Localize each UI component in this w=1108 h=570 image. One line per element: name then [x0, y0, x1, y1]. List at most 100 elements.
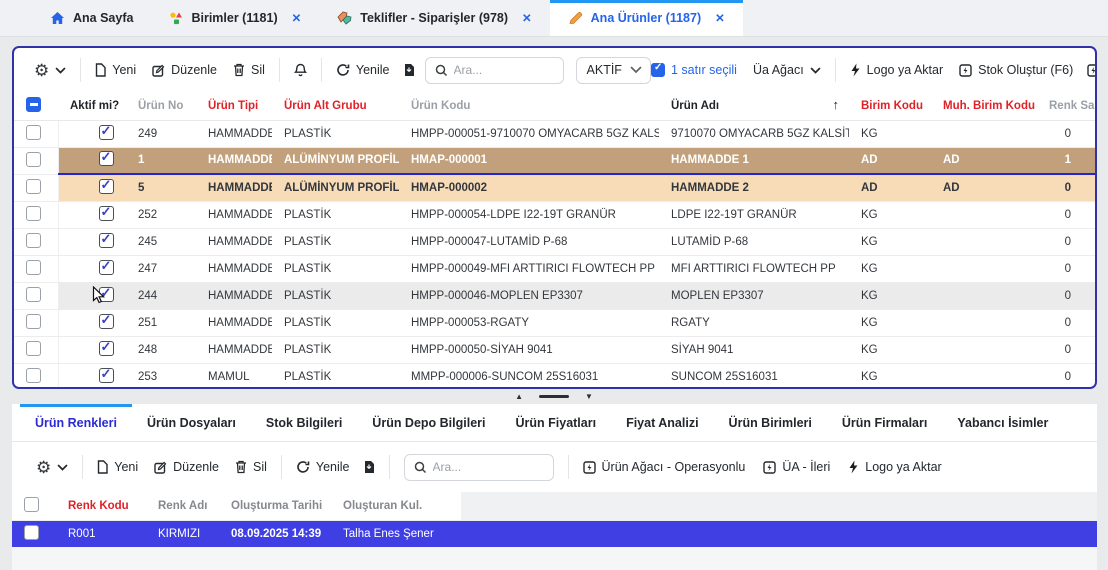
table-row[interactable]: 248HAMMADDEPLASTİKHMPP-000050-SİYAH 9041… — [14, 336, 1095, 363]
row-select-checkbox[interactable] — [26, 125, 41, 140]
table-row[interactable]: 251HAMMADDEPLASTİKHMPP-000053-RGATYRGATY… — [14, 309, 1095, 336]
new-button[interactable]: Yeni — [97, 460, 138, 474]
aktif-checkbox[interactable] — [99, 260, 114, 275]
grid-settings-button[interactable]: ⚙ — [34, 62, 66, 79]
aktif-checkbox[interactable] — [99, 314, 114, 329]
refresh-button[interactable]: Yenile — [296, 460, 350, 474]
row-select-checkbox[interactable] — [26, 152, 41, 167]
new-button[interactable]: Yeni — [95, 63, 136, 77]
delete-label: Sil — [251, 63, 265, 77]
tab-urun-dosyalari[interactable]: Ürün Dosyaları — [132, 404, 251, 441]
tab-urun-birimleri[interactable]: Ürün Birimleri — [714, 404, 827, 441]
tab-urun-depo-bilgileri[interactable]: Ürün Depo Bilgileri — [357, 404, 500, 441]
delete-button[interactable]: Sil — [233, 63, 265, 77]
export-grid-button[interactable] — [362, 460, 375, 474]
column-header[interactable]: Renk Adı — [146, 492, 219, 520]
grid-settings-button[interactable]: ⚙ — [36, 459, 68, 476]
row-select-checkbox[interactable] — [26, 233, 41, 248]
clipped-edge-button[interactable] — [1087, 64, 1097, 77]
splitter-handle[interactable] — [539, 395, 569, 398]
cell-urun-adi: SUNCOM 25S16031 — [659, 363, 849, 389]
logo-export-label: Logo ya Aktar — [865, 460, 941, 474]
table-row[interactable]: 1HAMMADDEALÜMİNYUM PROFİLHMAP-000001HAMM… — [14, 147, 1095, 174]
column-header[interactable]: Birim Kodu — [849, 92, 931, 120]
aktif-checkbox[interactable] — [99, 125, 114, 140]
column-header[interactable]: Oluşturma Tarihi — [219, 492, 331, 520]
sort-ascending-icon[interactable]: ↑ — [833, 97, 840, 112]
color-row[interactable]: R001KIRMIZI08.09.2025 14:39Talha Enes Şe… — [12, 520, 1097, 548]
tab-birimler[interactable]: Birimler (1181) ✕ — [151, 0, 319, 36]
table-row[interactable]: 244HAMMADDEPLASTİKHMPP-000046-MOPLEN EP3… — [14, 282, 1095, 309]
logo-export-button[interactable]: Logo ya Aktar — [848, 460, 941, 474]
column-header[interactable]: Ürün No — [126, 92, 196, 120]
ua-tree-dropdown[interactable]: Üa Ağacı — [753, 63, 821, 77]
tab-fiyat-analizi[interactable]: Fiyat Analizi — [611, 404, 713, 441]
aktif-checkbox[interactable] — [99, 287, 114, 302]
splitter-down-icon[interactable]: ▼ — [585, 393, 593, 401]
cell-muh-birim-kodu — [931, 282, 1037, 309]
row-select-checkbox[interactable] — [26, 206, 41, 221]
logo-export-button[interactable]: Logo ya Aktar — [850, 63, 943, 77]
column-header[interactable]: Renk Sa — [1037, 92, 1095, 120]
tab-ana-sayfa[interactable]: Ana Sayfa — [32, 0, 151, 36]
search-input[interactable] — [433, 460, 543, 474]
product-tree-operational-button[interactable]: Ürün Ağacı - Operasyonlu — [583, 460, 746, 474]
select-all-checkbox[interactable] — [24, 497, 39, 512]
row-select-checkbox[interactable] — [26, 260, 41, 275]
stock-create-button[interactable]: Stok Oluştur (F6) — [959, 63, 1073, 77]
splitter-up-icon[interactable]: ▲ — [515, 393, 523, 401]
column-header[interactable]: Oluşturan Kul. — [331, 492, 461, 520]
table-row[interactable]: 253MAMULPLASTİKMMPP-000006-SUNCOM 25S160… — [14, 363, 1095, 389]
column-header[interactable]: Ürün Kodu — [399, 92, 659, 120]
aktif-checkbox[interactable] — [99, 151, 114, 166]
tab-urun-fiyatlari[interactable]: Ürün Fiyatları — [501, 404, 612, 441]
tab-teklifler-siparisler[interactable]: Teklifler - Siparişler (978) ✕ — [319, 0, 549, 36]
column-header[interactable]: Muh. Birim Kodu — [931, 92, 1037, 120]
close-icon[interactable]: ✕ — [292, 11, 302, 25]
tab-urun-firmalari[interactable]: Ürün Firmaları — [827, 404, 942, 441]
row-select-checkbox[interactable] — [26, 179, 41, 194]
table-row[interactable]: 252HAMMADDEPLASTİKHMPP-000054-LDPE I22-1… — [14, 201, 1095, 228]
tab-yabanci-isimler[interactable]: Yabancı İsimler — [942, 404, 1063, 441]
tab-stok-bilgileri[interactable]: Stok Bilgileri — [251, 404, 357, 441]
column-header[interactable]: Renk Kodu — [56, 492, 146, 520]
row-select-checkbox[interactable] — [24, 525, 39, 540]
table-row[interactable]: 245HAMMADDEPLASTİKHMPP-000047-LUTAMİD P-… — [14, 228, 1095, 255]
table-row[interactable]: 5HAMMADDEALÜMİNYUM PROFİLHMAP-000002HAMM… — [14, 174, 1095, 201]
chevron-down-icon — [57, 464, 68, 471]
edit-button[interactable]: Düzenle — [154, 460, 219, 474]
aktif-checkbox[interactable] — [99, 179, 114, 194]
row-select-cell — [14, 282, 58, 309]
refresh-button[interactable]: Yenile — [336, 63, 390, 77]
notifications-button[interactable] — [294, 63, 307, 78]
tab-urun-renkleri[interactable]: Ürün Renkleri — [20, 404, 132, 441]
table-row[interactable]: 247HAMMADDEPLASTİKHMPP-000049-MFI ARTTIR… — [14, 255, 1095, 282]
row-select-checkbox[interactable] — [26, 341, 41, 356]
cell-urun-kodu: HMAP-000001 — [399, 147, 659, 174]
row-select-checkbox[interactable] — [26, 368, 41, 383]
close-icon[interactable]: ✕ — [715, 11, 725, 25]
status-filter-select[interactable]: AKTİF — [576, 57, 651, 84]
cell-birim-kodu: KG — [849, 309, 931, 336]
aktif-checkbox[interactable] — [99, 368, 114, 383]
close-icon[interactable]: ✕ — [522, 11, 532, 25]
table-row[interactable]: 249HAMMADDEPLASTİKHMPP-000051-9710070 OM… — [14, 120, 1095, 147]
aktif-checkbox[interactable] — [99, 206, 114, 221]
ua-advanced-button[interactable]: ÜA - İleri — [763, 460, 830, 474]
column-header[interactable]: Aktif mi? — [58, 92, 126, 120]
export-grid-button[interactable] — [402, 63, 415, 77]
cell-urun-alt-grubu: ALÜMİNYUM PROFİL — [272, 147, 399, 174]
edit-button[interactable]: Düzenle — [152, 63, 217, 77]
select-all-checkbox[interactable] — [26, 97, 41, 112]
column-header[interactable]: Ürün Adı↑ — [659, 92, 849, 120]
main-toolbar: ⚙ Yeni Düzenle Sil Yenile — [14, 48, 1095, 92]
aktif-checkbox[interactable] — [99, 341, 114, 356]
search-input[interactable] — [454, 63, 554, 77]
row-select-checkbox[interactable] — [26, 314, 41, 329]
tab-ana-urunler[interactable]: Ana Ürünler (1187) ✕ — [550, 0, 743, 36]
column-header[interactable]: Ürün Alt Grubu — [272, 92, 399, 120]
row-select-checkbox[interactable] — [26, 287, 41, 302]
column-header[interactable]: Ürün Tipi — [196, 92, 272, 120]
aktif-checkbox[interactable] — [99, 233, 114, 248]
delete-button[interactable]: Sil — [235, 460, 267, 474]
